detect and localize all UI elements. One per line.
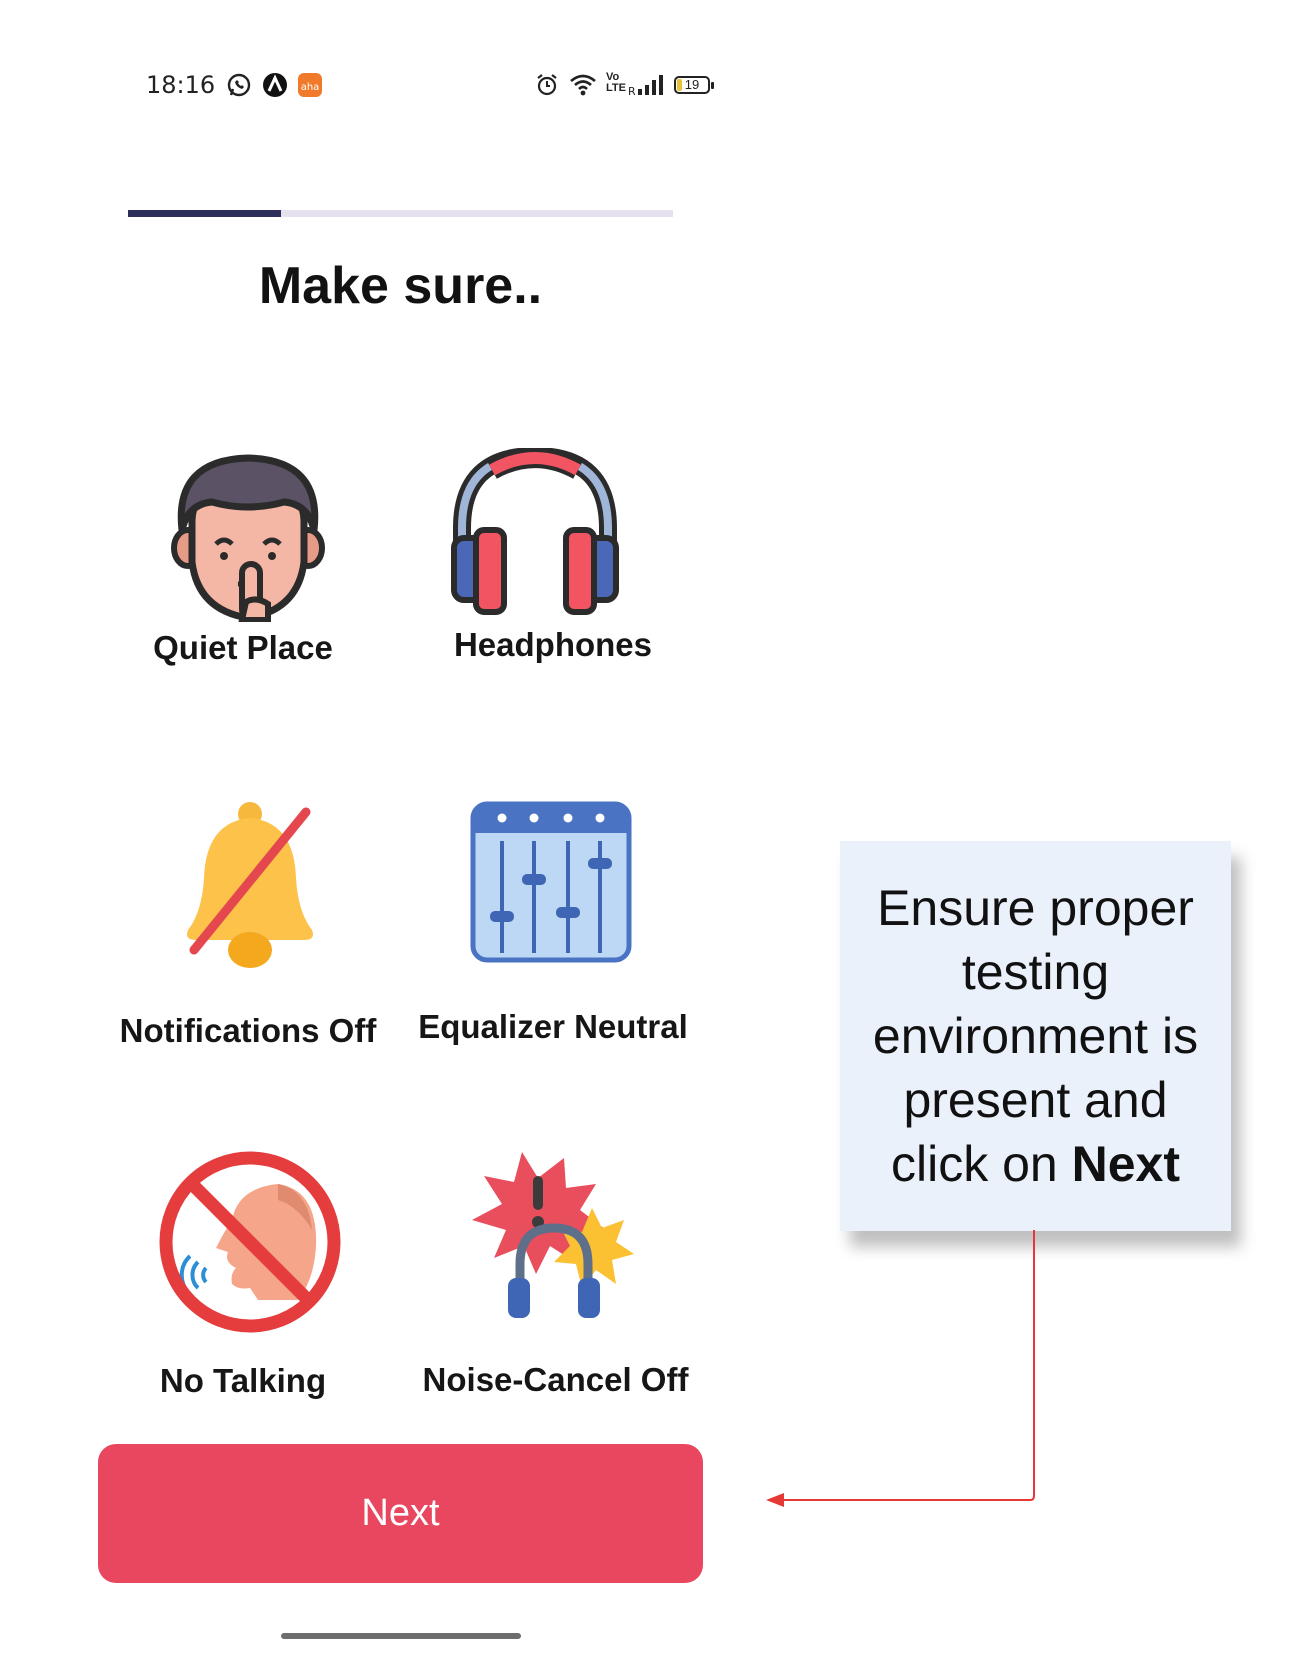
callout-text: Ensure proper testing environment is pre… (872, 880, 1199, 1192)
headphones-label: Headphones (453, 626, 653, 663)
signal-icon: R (628, 75, 663, 98)
headphones-icon (451, 448, 619, 615)
aha-app-icon: aha (298, 73, 322, 97)
equalizer-neutral-label: Equalizer Neutral (418, 1008, 688, 1045)
callout-arrow (766, 1230, 1035, 1507)
equalizer-icon (470, 801, 632, 963)
next-button[interactable]: Next (98, 1444, 703, 1583)
volte-icon: Vo LTE (606, 71, 626, 94)
bell-off-icon (187, 802, 313, 968)
svg-text:aha: aha (301, 82, 320, 93)
instruction-callout: Ensure proper testing environment is pre… (840, 841, 1231, 1231)
battery-level: 19 (684, 77, 700, 92)
progress-fill (128, 210, 281, 217)
wifi-icon (570, 74, 596, 96)
status-time: 18:16 (146, 71, 216, 99)
no-talking-label: No Talking (159, 1362, 327, 1399)
callout-bold-next: Next (1071, 1136, 1180, 1192)
page-title: Make sure.. (258, 257, 543, 315)
whatsapp-icon (227, 73, 251, 97)
quiet-person-icon (171, 454, 325, 622)
battery-icon: 19 (674, 76, 714, 94)
home-indicator[interactable] (281, 1633, 521, 1639)
quiet-place-label: Quiet Place (153, 629, 333, 666)
progress-bar (128, 210, 673, 217)
noise-cancel-off-label: Noise-Cancel Off (422, 1361, 689, 1398)
svg-text:R: R (628, 85, 636, 98)
notifications-off-label: Notifications Off (119, 1012, 377, 1049)
noise-cancel-headphones-icon (472, 1152, 634, 1318)
alarm-icon (537, 74, 557, 96)
app-a-icon (263, 73, 287, 97)
no-talking-icon (159, 1151, 341, 1333)
next-button-label: Next (361, 1492, 440, 1534)
